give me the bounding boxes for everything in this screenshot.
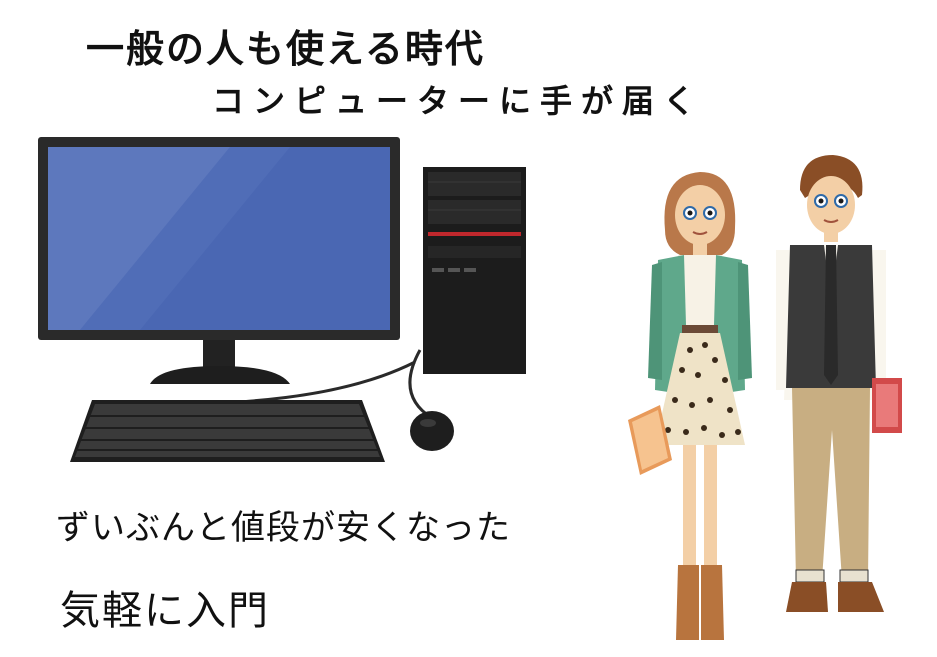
- mouse-icon: [410, 411, 454, 451]
- young-couple-illustration: [628, 155, 902, 640]
- man-figure: [776, 155, 902, 612]
- illustration-canvas: [38, 137, 902, 640]
- pc-tower-icon: [423, 167, 526, 374]
- price-caption: ずいぶんと値段が安くなった: [56, 508, 511, 548]
- keyboard-icon: [70, 400, 385, 462]
- desktop-computer-illustration: [38, 137, 526, 462]
- easy-caption: 気軽に入門: [60, 588, 270, 634]
- woman-figure: [628, 172, 752, 640]
- monitor-icon: [38, 137, 400, 384]
